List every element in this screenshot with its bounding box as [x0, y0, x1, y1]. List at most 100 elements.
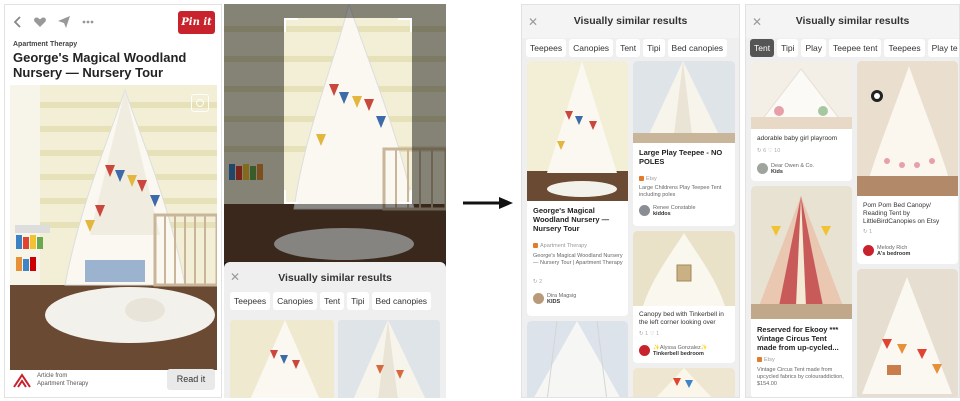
chip-teepee-tent[interactable]: Teepee tent [829, 39, 882, 57]
pin-it-button[interactable]: Pin it [178, 11, 215, 34]
transition-arrow-icon [463, 197, 513, 209]
result-card[interactable] [527, 321, 628, 397]
similar-results-screen-b: ✕ Visually similar results Tent Tipi Play T… [745, 4, 960, 398]
pin-closeup-screen: Pin it Apartment Therapy George's Magica… [4, 4, 222, 398]
chip-bed-canopies[interactable]: Bed canopies [371, 292, 432, 310]
result-thumb[interactable] [338, 320, 440, 398]
result-image [527, 321, 628, 397]
closeup-toolbar: Pin it [11, 11, 215, 35]
card-stats: ↻ 1 ♡ 1 [639, 331, 660, 337]
sheet-header: ✕ Visually similar results [224, 268, 446, 288]
board-name: Kids [771, 169, 783, 175]
avatar [757, 163, 768, 174]
crop-handle-bottom-right[interactable] [398, 190, 412, 204]
result-card[interactable]: Canopy bed with Tinkerbell in the left c… [633, 231, 735, 363]
article-source-name[interactable]: Apartment Therapy [37, 380, 88, 388]
result-card[interactable]: adorable baby girl playroom ↻ 6 ♡ 10 Dea… [751, 61, 852, 181]
chip-tipi[interactable]: Tipi [347, 292, 369, 310]
chip-tipi[interactable]: Tipi [643, 39, 665, 57]
card-source-name: Apartment Therapy [540, 243, 587, 249]
card-description: George's Magical Woodland Nursery — Nurs… [533, 253, 623, 266]
pin-source-label[interactable]: Apartment Therapy [13, 41, 77, 48]
annotation-chips: Teepees Canopies Tent Tipi Bed canopies [526, 39, 730, 57]
card-source: Etsy [757, 357, 775, 363]
result-card[interactable] [857, 269, 958, 397]
chip-play-tent[interactable]: Play te [927, 39, 959, 57]
nursery-photo[interactable] [10, 85, 217, 370]
article-attribution: Article from Apartment Therapy [37, 372, 88, 388]
send-icon[interactable] [57, 15, 71, 29]
similar-results-sheet: ✕ Visually similar results Teepees Canopi… [224, 262, 446, 398]
visual-search-icon[interactable] [191, 94, 209, 112]
crop-mask-bottom [284, 204, 412, 262]
article-footer: Article from Apartment Therapy Read it [13, 369, 215, 391]
more-dots-icon[interactable] [81, 15, 95, 29]
result-card[interactable]: Large Play Teepee - NO POLES Etsy Large … [633, 61, 735, 226]
result-thumb[interactable] [230, 320, 334, 398]
card-title: adorable baby girl playroom [757, 135, 838, 142]
result-image [857, 269, 958, 397]
card-description: Vintage Circus Tent made from upcycled f… [757, 367, 844, 387]
card-stats: ↻ 1 [863, 229, 873, 235]
source-badge-icon [639, 176, 644, 181]
avatar [533, 293, 544, 304]
source-badge-icon [533, 243, 538, 248]
chip-teepees[interactable]: Teepees [230, 292, 271, 310]
card-description: Large Childrens Play Teepee Tent includi… [639, 185, 722, 198]
result-image [857, 61, 958, 196]
result-card[interactable]: Reserved for Ekooy *** Vintage Circus Te… [751, 186, 852, 397]
card-title: Large Play Teepee - NO POLES [639, 148, 723, 166]
source-badge-icon [757, 357, 762, 362]
chip-canopies[interactable]: Canopies [273, 292, 318, 310]
chip-canopies[interactable]: Canopies [569, 39, 614, 57]
annotation-chips: Tent Tipi Play Teepee tent Teepees Play te [750, 39, 959, 57]
cropped-nursery-photo [224, 4, 446, 262]
card-stats: ↻ 2 [533, 279, 543, 285]
crop-handle-top-right[interactable] [398, 18, 412, 32]
chip-teepees[interactable]: Teepees [884, 39, 925, 57]
result-image [751, 186, 852, 319]
sheet-title: Visually similar results [278, 272, 392, 284]
card-title: George's Magical Woodland Nursery — Nurs… [533, 206, 610, 233]
chip-teepees[interactable]: Teepees [526, 39, 567, 57]
annotation-chips: Teepees Canopies Tent Tipi Bed canopies [230, 292, 446, 310]
chip-tent[interactable]: Tent [320, 292, 345, 310]
avatar [639, 205, 650, 216]
similar-results-screen-a: ✕ Visually similar results Teepees Canopi… [521, 4, 740, 398]
results-header: ✕ Visually similar results [746, 5, 959, 38]
result-image [751, 61, 852, 129]
card-source: Etsy [639, 176, 657, 182]
chip-tipi[interactable]: Tipi [777, 39, 799, 57]
result-image [633, 368, 735, 397]
result-card[interactable] [633, 368, 735, 397]
card-stats: ↻ 6 ♡ 10 [757, 148, 781, 154]
apartment-therapy-logo-icon [13, 373, 31, 388]
avatar [639, 345, 650, 356]
result-image [633, 61, 735, 143]
chip-tent-selected[interactable]: Tent [750, 39, 775, 57]
chip-tent[interactable]: Tent [616, 39, 641, 57]
heart-icon[interactable] [33, 15, 47, 29]
article-from-label: Article from [37, 373, 68, 379]
crop-handle-top-left[interactable] [284, 18, 298, 32]
back-chevron-icon[interactable] [11, 15, 25, 29]
board-name: KIDS [547, 299, 561, 305]
avatar [863, 245, 874, 256]
pin-title: George's Magical Woodland Nursery — Nurs… [13, 50, 187, 80]
read-it-button[interactable]: Read it [167, 369, 215, 390]
chip-bed-canopies[interactable]: Bed canopies [667, 39, 728, 57]
chip-play[interactable]: Play [801, 39, 827, 57]
results-header: ✕ Visually similar results [522, 5, 739, 38]
result-image [633, 231, 735, 306]
card-title: Pom Pom Bed Canopy/ Reading Tent by Litt… [863, 202, 940, 225]
card-title: Reserved for Ekooy *** Vintage Circus Te… [757, 325, 839, 352]
result-card[interactable]: George's Magical Woodland Nursery — Nurs… [527, 61, 628, 316]
visual-search-screen: ✕ Visually similar results Teepees Canopi… [224, 4, 446, 398]
results-title: Visually similar results [573, 15, 688, 27]
result-image [527, 61, 628, 201]
crop-handle-bottom-left[interactable] [284, 190, 298, 204]
card-source-name: Etsy [764, 357, 775, 363]
crop-mask-top [284, 4, 412, 18]
result-card[interactable]: Pom Pom Bed Canopy/ Reading Tent by Litt… [857, 61, 958, 264]
card-title: Canopy bed with Tinkerbell in the left c… [639, 311, 724, 326]
